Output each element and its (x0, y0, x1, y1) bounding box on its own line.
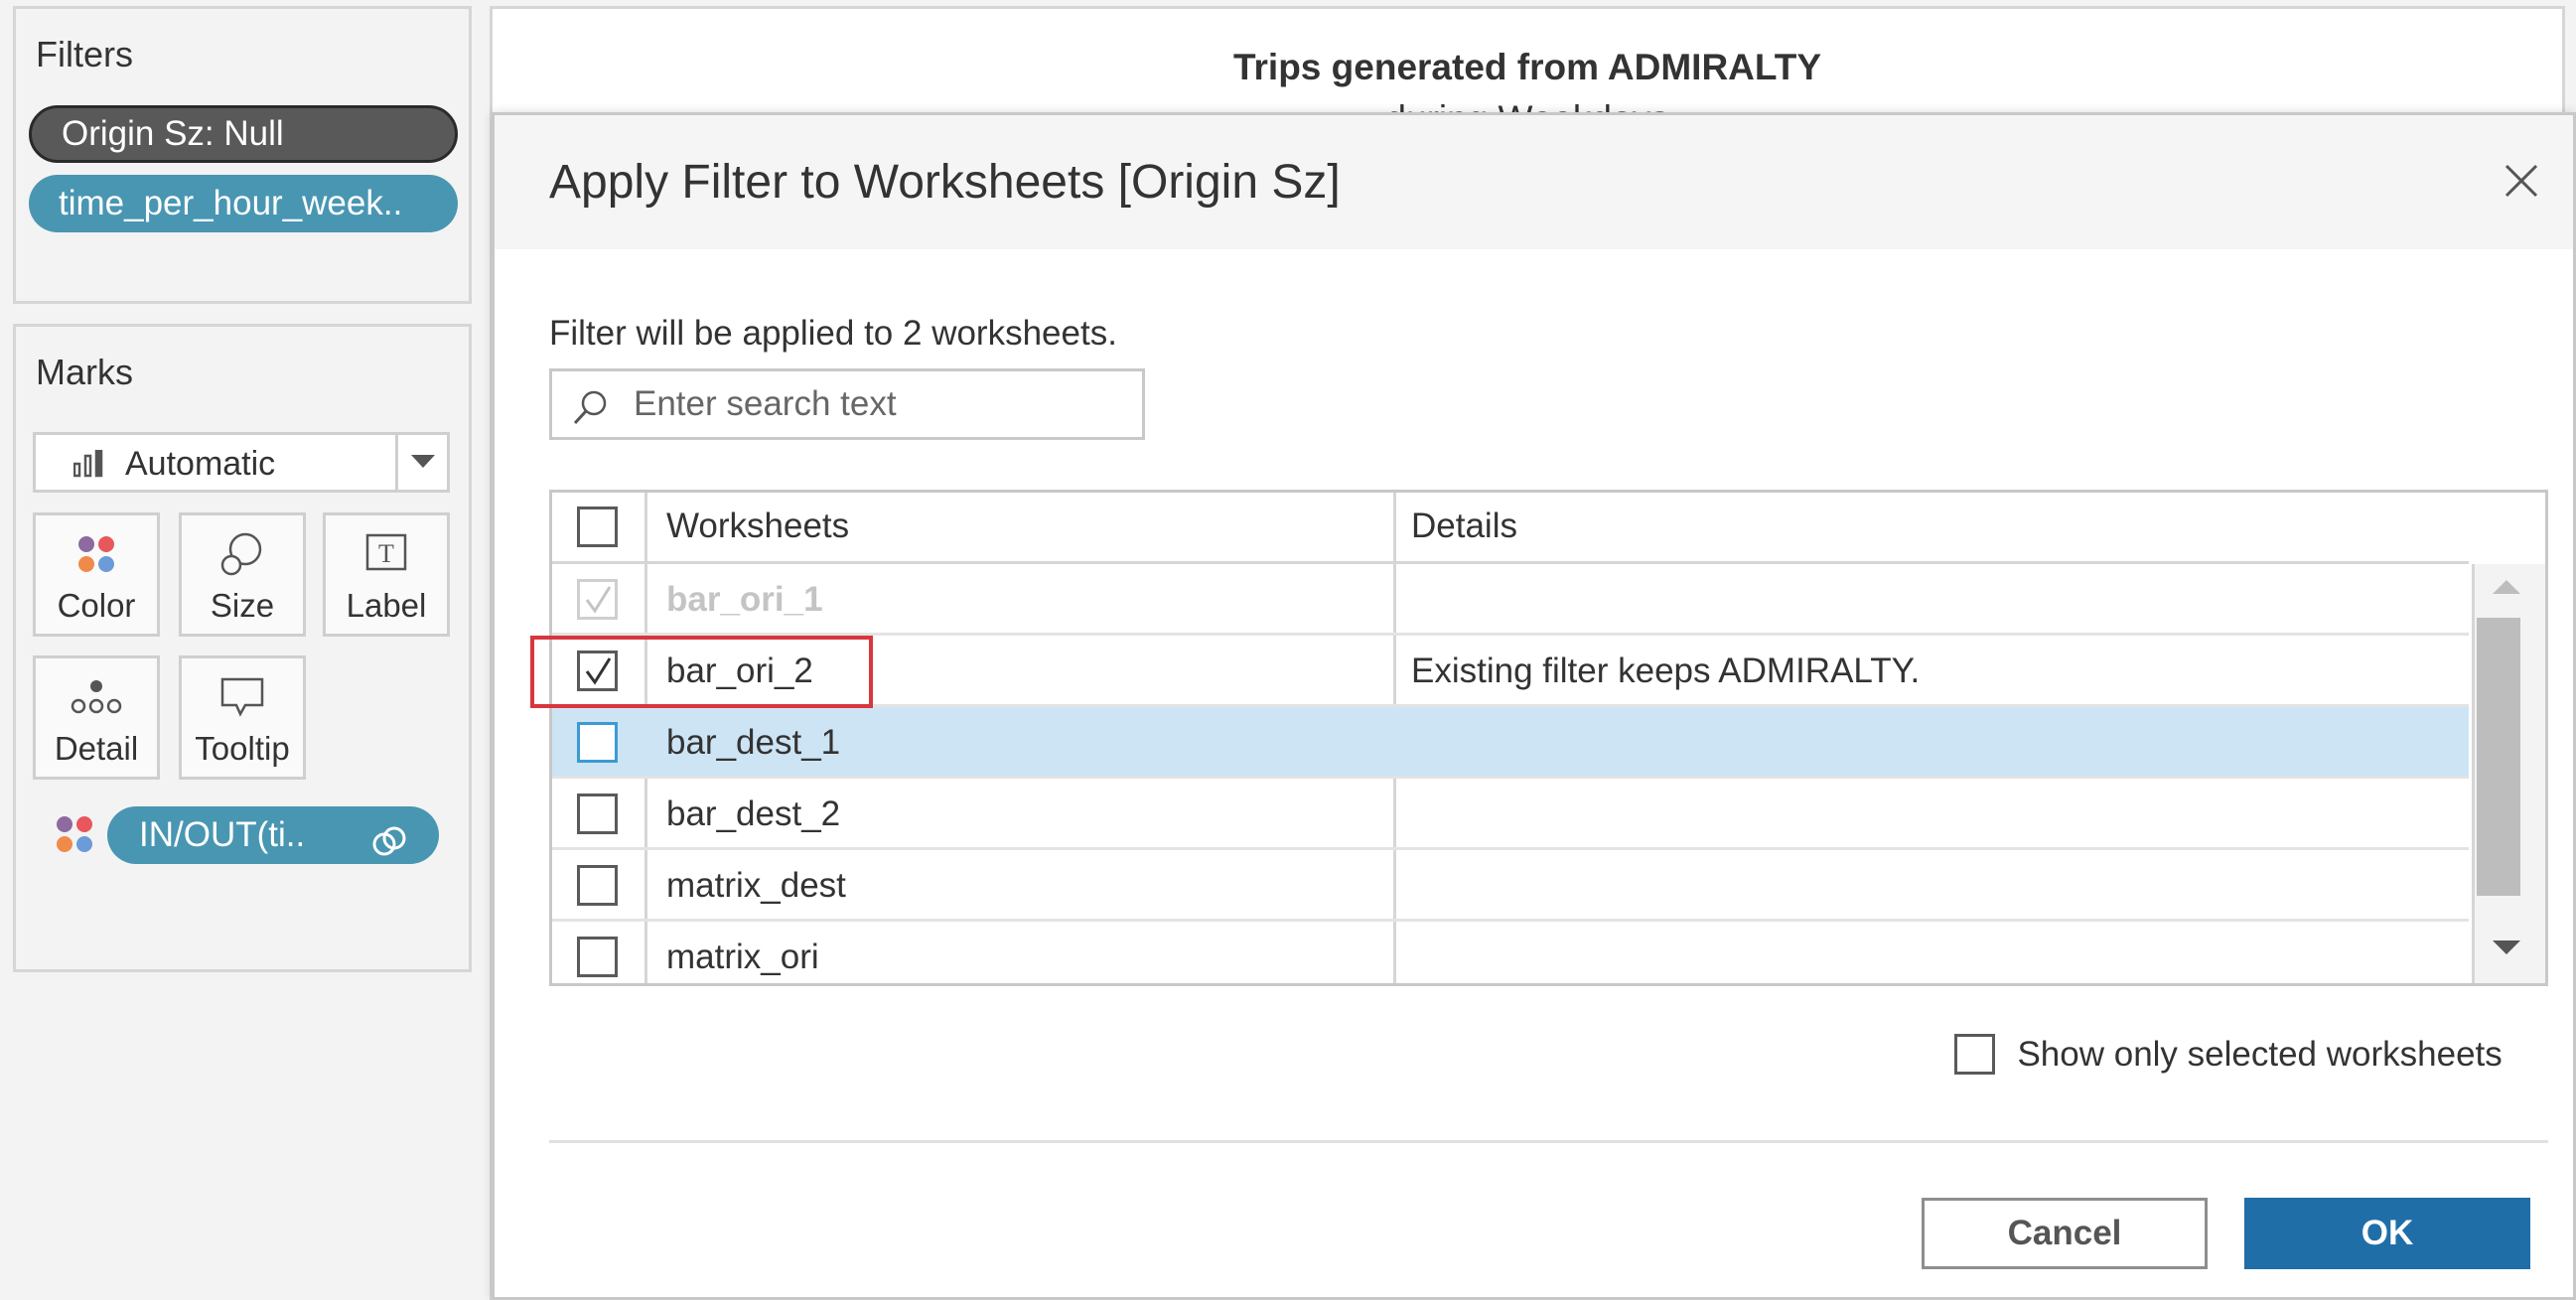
close-icon[interactable] (2501, 160, 2542, 202)
tooltip-label: Tooltip (195, 730, 290, 767)
chevron-down-icon[interactable] (411, 455, 435, 474)
dropdown-separator (395, 435, 398, 490)
tooltip-button[interactable]: Tooltip (179, 655, 306, 780)
table-scrollbar[interactable] (2472, 564, 2545, 983)
row-checkbox (577, 579, 618, 620)
marks-title: Marks (36, 352, 133, 392)
worksheet-name: bar_dest_2 (666, 794, 841, 833)
search-input[interactable] (632, 381, 1128, 427)
linked-rings-icon (371, 819, 407, 864)
table-row[interactable]: matrix_ori (552, 922, 2469, 983)
svg-text:T: T (378, 539, 394, 568)
apply-filter-dialog: Apply Filter to Worksheets [Origin Sz] F… (492, 112, 2576, 1300)
table-row[interactable]: bar_ori_1 (552, 564, 2469, 636)
filter-pill-time-per-hour[interactable]: time_per_hour_week.. (29, 175, 458, 232)
size-icon (182, 529, 303, 579)
row-checkbox[interactable] (577, 937, 618, 977)
worksheet-name: bar_ori_1 (666, 580, 823, 619)
color-icon (36, 529, 157, 579)
scrollbar-thumb[interactable] (2477, 618, 2520, 896)
size-label: Size (210, 587, 275, 624)
mark-field-pill[interactable]: IN/OUT(ti.. (107, 806, 439, 864)
show-selected-checkbox[interactable] (1954, 1034, 1995, 1075)
show-selected-label: Show only selected worksheets (2017, 1034, 2503, 1074)
worksheet-name: bar_dest_1 (666, 723, 841, 762)
worksheet-title: Trips generated from ADMIRALTY (1232, 47, 1822, 87)
filters-pane: Filters Origin Sz: Null time_per_hour_we… (13, 6, 472, 304)
worksheet-name: matrix_dest (666, 866, 846, 905)
color-label: Color (57, 587, 136, 624)
color-button[interactable]: Color (33, 512, 160, 637)
label-label: Label (346, 587, 427, 624)
worksheet-name: matrix_ori (666, 938, 819, 976)
marks-pane: Marks (13, 324, 472, 972)
label-icon: T (326, 529, 447, 579)
tooltip-icon (182, 672, 303, 722)
search-icon (569, 387, 611, 434)
dialog-info-text: Filter will be applied to 2 worksheets. (549, 314, 1117, 353)
row-checkbox[interactable] (577, 865, 618, 906)
row-checkbox[interactable] (577, 794, 618, 834)
show-selected-option[interactable]: Show only selected worksheets (1954, 1034, 2503, 1075)
select-all-checkbox[interactable] (577, 506, 618, 547)
dialog-divider (549, 1140, 2548, 1143)
ok-button[interactable]: OK (2244, 1198, 2530, 1269)
color-mark-icon (55, 814, 94, 859)
filters-title: Filters (36, 34, 133, 74)
table-header: Worksheets Details (552, 493, 2469, 564)
mark-type-dropdown[interactable]: Automatic (33, 432, 450, 493)
filter-pill-origin-sz[interactable]: Origin Sz: Null (29, 105, 458, 163)
table-row[interactable]: bar_dest_2 (552, 779, 2469, 850)
detail-label: Detail (54, 730, 139, 767)
column-header-worksheets: Worksheets (666, 506, 850, 545)
worksheet-detail: Existing filter keeps ADMIRALTY. (1411, 651, 1921, 690)
table-row[interactable]: matrix_dest (552, 850, 2469, 922)
dialog-header: Apply Filter to Worksheets [Origin Sz] (495, 115, 2573, 249)
label-button[interactable]: T Label (323, 512, 450, 637)
size-button[interactable]: Size (179, 512, 306, 637)
row-checkbox[interactable] (577, 722, 618, 763)
bar-chart-icon (72, 449, 103, 483)
highlight-annotation (530, 636, 873, 708)
dialog-title: Apply Filter to Worksheets [Origin Sz] (549, 156, 1341, 209)
scroll-down-icon[interactable] (2493, 939, 2520, 960)
detail-button[interactable]: Detail (33, 655, 160, 780)
worksheets-table: Worksheets Details bar_ori_1 bar_ori_2 E… (549, 490, 2548, 986)
scroll-up-icon[interactable] (2493, 579, 2520, 600)
mark-field-label: IN/OUT(ti.. (139, 815, 306, 854)
cancel-button[interactable]: Cancel (1922, 1198, 2208, 1269)
detail-icon (36, 672, 157, 722)
table-row[interactable]: bar_dest_1 (552, 707, 2469, 779)
search-box (549, 368, 1145, 440)
column-header-details: Details (1411, 506, 1517, 545)
mark-type-label: Automatic (125, 445, 276, 483)
